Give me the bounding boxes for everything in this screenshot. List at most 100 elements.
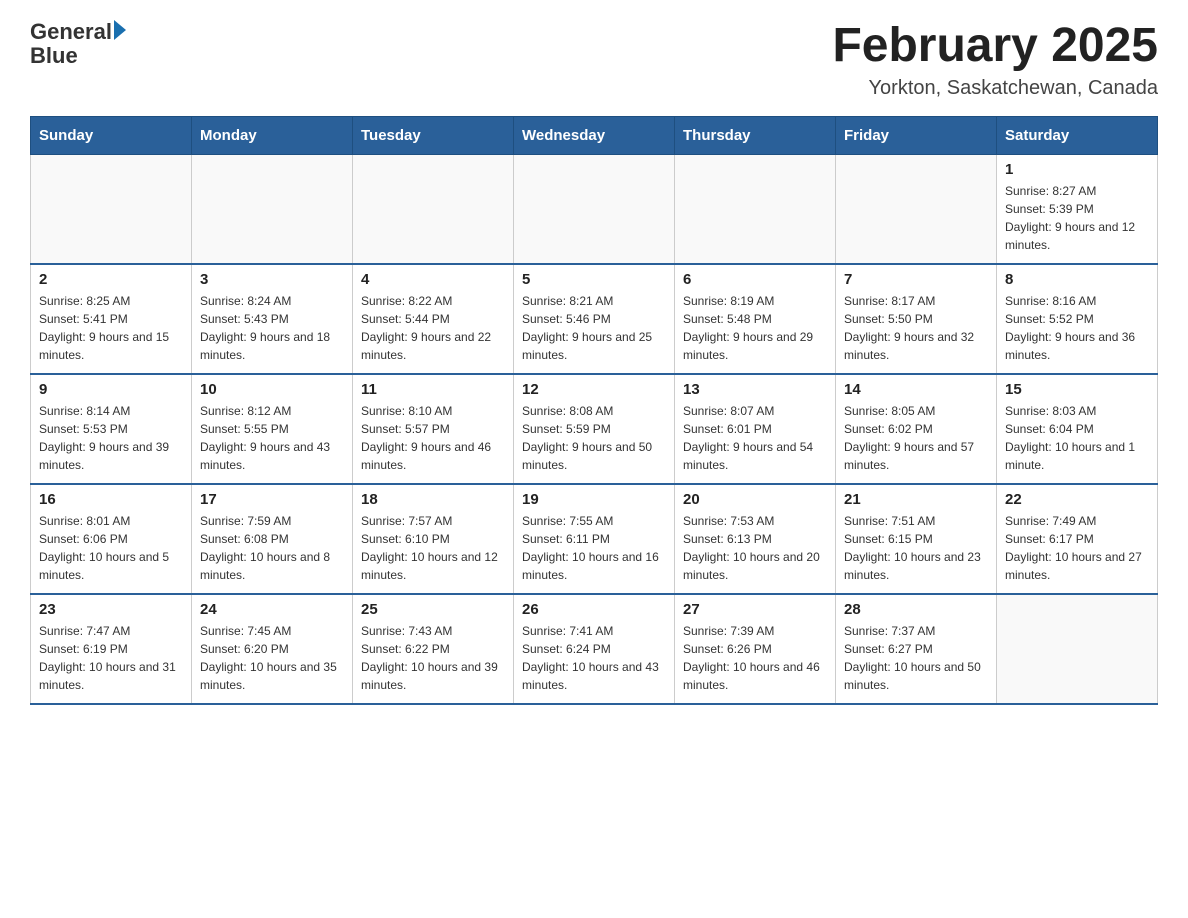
day-number: 9 [39,381,183,398]
day-number: 24 [200,601,344,618]
day-number: 4 [361,271,505,288]
logo-arrow-icon [114,20,126,40]
calendar-day-cell: 3Sunrise: 8:24 AM Sunset: 5:43 PM Daylig… [192,264,353,374]
day-sun-info: Sunrise: 7:47 AM Sunset: 6:19 PM Dayligh… [39,622,183,694]
day-sun-info: Sunrise: 7:51 AM Sunset: 6:15 PM Dayligh… [844,512,988,584]
calendar-day-cell: 17Sunrise: 7:59 AM Sunset: 6:08 PM Dayli… [192,484,353,594]
day-sun-info: Sunrise: 7:57 AM Sunset: 6:10 PM Dayligh… [361,512,505,584]
day-sun-info: Sunrise: 7:53 AM Sunset: 6:13 PM Dayligh… [683,512,827,584]
calendar-week-row: 23 Sunrise: 7:47 AM Sunset: 6:19 PM Dayli… [31,594,1158,704]
month-title: February 2025 [832,20,1158,73]
day-number: 15 [1005,381,1149,398]
calendar-day-cell [514,154,675,264]
day-number: 6 [683,271,827,288]
calendar-day-cell: 25 Sunrise: 7:43 AM Sunset: 6:22 PM Dayli… [353,594,514,704]
calendar-day-cell [675,154,836,264]
title-block: February 2025 Yorkton, Saskatchewan, Can… [832,20,1158,100]
day-number: 2 [39,271,183,288]
day-number: 23 [39,601,183,618]
day-number: 18 [361,491,505,508]
day-sun-info: Sunrise: 7:49 AM Sunset: 6:17 PM Dayligh… [1005,512,1149,584]
day-sun-info: Sunrise: 8:19 AM Sunset: 5:48 PM Dayligh… [683,292,827,364]
calendar-day-cell: 18 Sunrise: 7:57 AM Sunset: 6:10 PM Dayli… [353,484,514,594]
day-sun-info: Sunrise: 7:39 AM Sunset: 6:26 PM Dayligh… [683,622,827,694]
day-of-week-header: Thursday [675,116,836,154]
calendar-day-cell: 10Sunrise: 8:12 AM Sunset: 5:55 PM Dayli… [192,374,353,484]
day-of-week-header: Sunday [31,116,192,154]
calendar-day-cell: 27 Sunrise: 7:39 AM Sunset: 6:26 PM Dayli… [675,594,836,704]
calendar-day-cell: 23 Sunrise: 7:47 AM Sunset: 6:19 PM Dayli… [31,594,192,704]
day-number: 10 [200,381,344,398]
logo: General Blue [30,20,126,68]
logo-blue: Blue [30,43,78,68]
day-of-week-header: Wednesday [514,116,675,154]
calendar-day-cell: 22 Sunrise: 7:49 AM Sunset: 6:17 PM Dayli… [997,484,1158,594]
logo-general: General [30,20,112,44]
day-number: 17 [200,491,344,508]
calendar-day-cell: 5 Sunrise: 8:21 AM Sunset: 5:46 PM Daylig… [514,264,675,374]
day-sun-info: Sunrise: 8:27 AM Sunset: 5:39 PM Dayligh… [1005,182,1149,254]
day-sun-info: Sunrise: 8:03 AM Sunset: 6:04 PM Dayligh… [1005,402,1149,474]
calendar-day-cell: 2 Sunrise: 8:25 AM Sunset: 5:41 PM Daylig… [31,264,192,374]
calendar-day-cell: 19Sunrise: 7:55 AM Sunset: 6:11 PM Dayli… [514,484,675,594]
day-of-week-header: Tuesday [353,116,514,154]
day-sun-info: Sunrise: 8:21 AM Sunset: 5:46 PM Dayligh… [522,292,666,364]
calendar-day-cell: 14 Sunrise: 8:05 AM Sunset: 6:02 PM Dayli… [836,374,997,484]
day-number: 5 [522,271,666,288]
calendar-day-cell [836,154,997,264]
day-number: 14 [844,381,988,398]
calendar-day-cell [192,154,353,264]
calendar-week-row: 2 Sunrise: 8:25 AM Sunset: 5:41 PM Daylig… [31,264,1158,374]
day-sun-info: Sunrise: 8:05 AM Sunset: 6:02 PM Dayligh… [844,402,988,474]
calendar-day-cell: 11Sunrise: 8:10 AM Sunset: 5:57 PM Dayli… [353,374,514,484]
day-number: 27 [683,601,827,618]
calendar-day-cell [353,154,514,264]
day-number: 8 [1005,271,1149,288]
calendar-week-row: 16 Sunrise: 8:01 AM Sunset: 6:06 PM Dayli… [31,484,1158,594]
page-header: General Blue February 2025 Yorkton, Sask… [30,20,1158,100]
day-sun-info: Sunrise: 8:01 AM Sunset: 6:06 PM Dayligh… [39,512,183,584]
calendar-table: SundayMondayTuesdayWednesdayThursdayFrid… [30,116,1158,706]
calendar-day-cell: 21 Sunrise: 7:51 AM Sunset: 6:15 PM Dayli… [836,484,997,594]
day-number: 16 [39,491,183,508]
day-number: 13 [683,381,827,398]
day-sun-info: Sunrise: 7:45 AM Sunset: 6:20 PM Dayligh… [200,622,344,694]
calendar-day-cell: 1 Sunrise: 8:27 AM Sunset: 5:39 PM Daylig… [997,154,1158,264]
day-number: 21 [844,491,988,508]
day-sun-info: Sunrise: 8:17 AM Sunset: 5:50 PM Dayligh… [844,292,988,364]
day-sun-info: Sunrise: 7:43 AM Sunset: 6:22 PM Dayligh… [361,622,505,694]
calendar-day-cell: 12Sunrise: 8:08 AM Sunset: 5:59 PM Dayli… [514,374,675,484]
calendar-week-row: 9Sunrise: 8:14 AM Sunset: 5:53 PM Daylig… [31,374,1158,484]
calendar-day-cell: 7 Sunrise: 8:17 AM Sunset: 5:50 PM Daylig… [836,264,997,374]
day-number: 25 [361,601,505,618]
calendar-day-cell: 6 Sunrise: 8:19 AM Sunset: 5:48 PM Daylig… [675,264,836,374]
day-sun-info: Sunrise: 8:07 AM Sunset: 6:01 PM Dayligh… [683,402,827,474]
calendar-day-cell: 24 Sunrise: 7:45 AM Sunset: 6:20 PM Dayli… [192,594,353,704]
day-number: 22 [1005,491,1149,508]
day-number: 20 [683,491,827,508]
day-of-week-header: Saturday [997,116,1158,154]
day-number: 1 [1005,161,1149,178]
day-of-week-header: Monday [192,116,353,154]
calendar-day-cell: 9Sunrise: 8:14 AM Sunset: 5:53 PM Daylig… [31,374,192,484]
calendar-day-cell: 26 Sunrise: 7:41 AM Sunset: 6:24 PM Dayli… [514,594,675,704]
day-of-week-header: Friday [836,116,997,154]
calendar-day-cell: 16 Sunrise: 8:01 AM Sunset: 6:06 PM Dayli… [31,484,192,594]
day-sun-info: Sunrise: 7:41 AM Sunset: 6:24 PM Dayligh… [522,622,666,694]
day-sun-info: Sunrise: 8:16 AM Sunset: 5:52 PM Dayligh… [1005,292,1149,364]
calendar-day-cell: 28Sunrise: 7:37 AM Sunset: 6:27 PM Dayli… [836,594,997,704]
day-number: 26 [522,601,666,618]
day-number: 7 [844,271,988,288]
calendar-day-cell: 4 Sunrise: 8:22 AM Sunset: 5:44 PM Daylig… [353,264,514,374]
day-sun-info: Sunrise: 8:10 AM Sunset: 5:57 PM Dayligh… [361,402,505,474]
calendar-header-row: SundayMondayTuesdayWednesdayThursdayFrid… [31,116,1158,154]
day-sun-info: Sunrise: 8:25 AM Sunset: 5:41 PM Dayligh… [39,292,183,364]
day-sun-info: Sunrise: 7:37 AM Sunset: 6:27 PM Dayligh… [844,622,988,694]
calendar-week-row: 1 Sunrise: 8:27 AM Sunset: 5:39 PM Daylig… [31,154,1158,264]
day-sun-info: Sunrise: 8:22 AM Sunset: 5:44 PM Dayligh… [361,292,505,364]
day-sun-info: Sunrise: 7:55 AM Sunset: 6:11 PM Dayligh… [522,512,666,584]
location-subtitle: Yorkton, Saskatchewan, Canada [832,77,1158,100]
day-number: 12 [522,381,666,398]
calendar-day-cell [31,154,192,264]
day-sun-info: Sunrise: 8:24 AM Sunset: 5:43 PM Dayligh… [200,292,344,364]
